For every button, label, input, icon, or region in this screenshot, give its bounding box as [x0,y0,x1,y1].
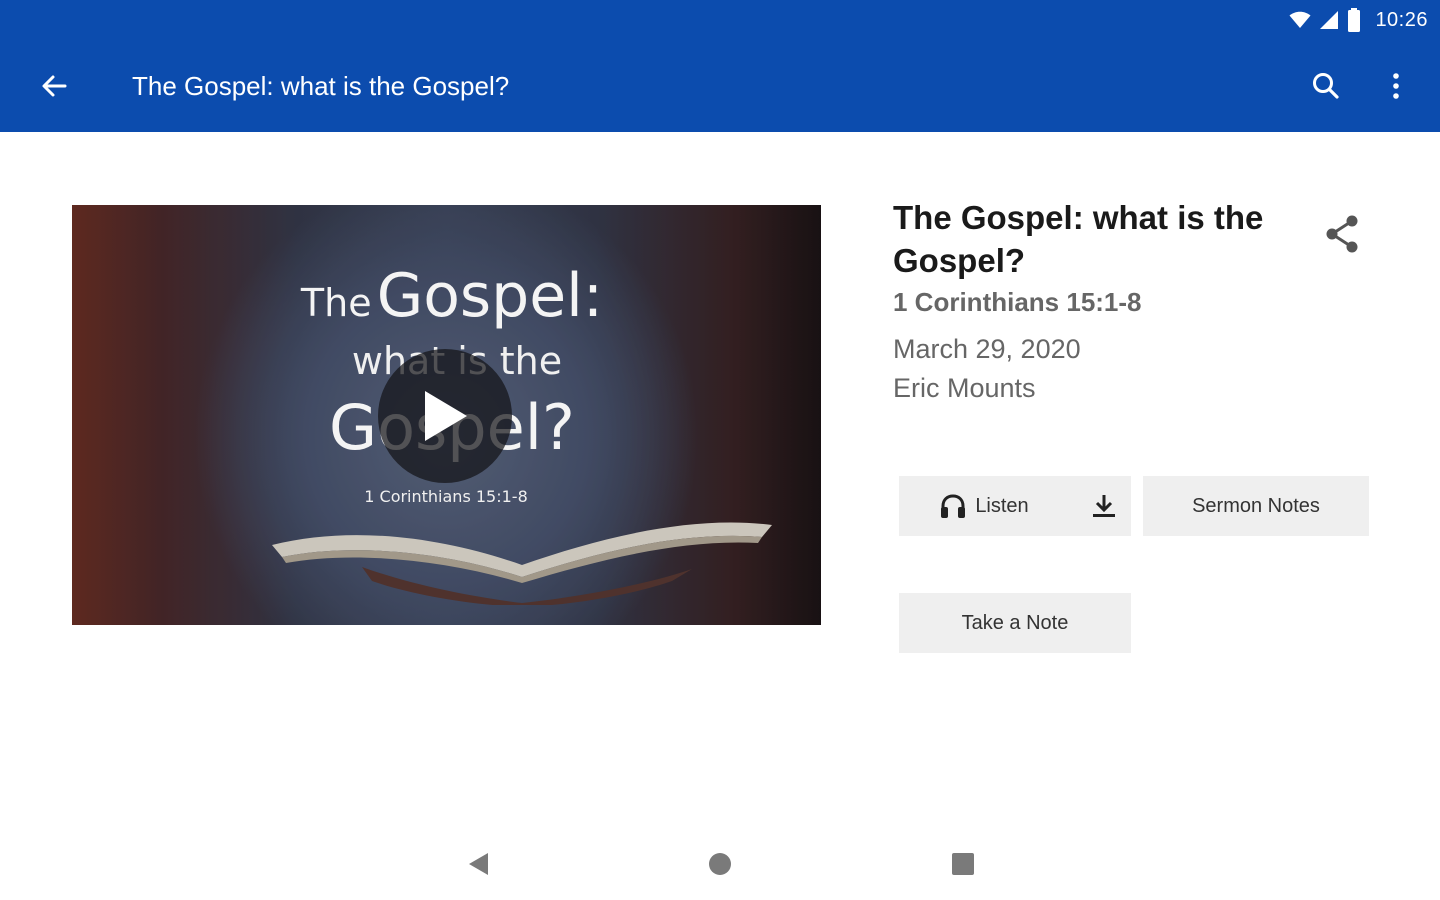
headphones-icon [941,494,966,518]
listen-control: Listen [899,476,1131,536]
share-button[interactable] [1318,210,1366,258]
play-icon [425,391,467,441]
back-button[interactable] [30,64,78,108]
download-icon [1093,495,1115,517]
cell-signal-icon [1320,11,1339,29]
app-bar-title: The Gospel: what is the Gospel? [132,71,510,101]
sermon-date: March 29, 2020 [893,334,1081,364]
status-time: 10:26 [1375,8,1428,31]
video-overlay-title-line1: The Gospel: [72,261,821,331]
more-options-button[interactable] [1374,64,1418,108]
play-button[interactable] [378,349,512,483]
sermon-speaker: Eric Mounts [893,373,1036,403]
take-a-note-button[interactable]: Take a Note [899,593,1131,653]
more-vert-icon [1393,73,1399,99]
nav-recents-button[interactable] [945,846,981,882]
search-icon [1313,73,1339,99]
listen-button[interactable]: Listen [899,476,1069,536]
battery-icon [1348,8,1361,32]
nav-back-icon [469,853,488,875]
video-overlay-reference: 1 Corinthians 15:1-8 [364,487,528,506]
listen-label: Listen [975,494,1029,517]
wifi-icon [1289,11,1311,28]
search-button[interactable] [1304,64,1348,108]
nav-back-button[interactable] [460,846,496,882]
status-bar: 10:26 [1289,6,1428,34]
sermon-title: The Gospel: what is the Gospel? [893,199,1264,279]
back-arrow-icon [42,75,67,97]
download-button[interactable] [1077,476,1131,536]
sermon-notes-button[interactable]: Sermon Notes [1143,476,1369,536]
nav-home-button[interactable] [702,846,738,882]
share-icon [1326,215,1358,253]
video-overlay-title-large: Gospel: [376,261,604,331]
nav-recents-icon [952,853,974,875]
nav-home-icon [709,853,731,875]
sermon-passage: 1 Corinthians 15:1-8 [893,287,1142,317]
video-overlay-title-small: The [300,281,372,325]
sermon-video[interactable]: The Gospel: what is the Gospel? 1 Corint… [72,205,821,625]
app-bar: 10:26 The Gospel: what is the Gospel? [0,0,1440,132]
